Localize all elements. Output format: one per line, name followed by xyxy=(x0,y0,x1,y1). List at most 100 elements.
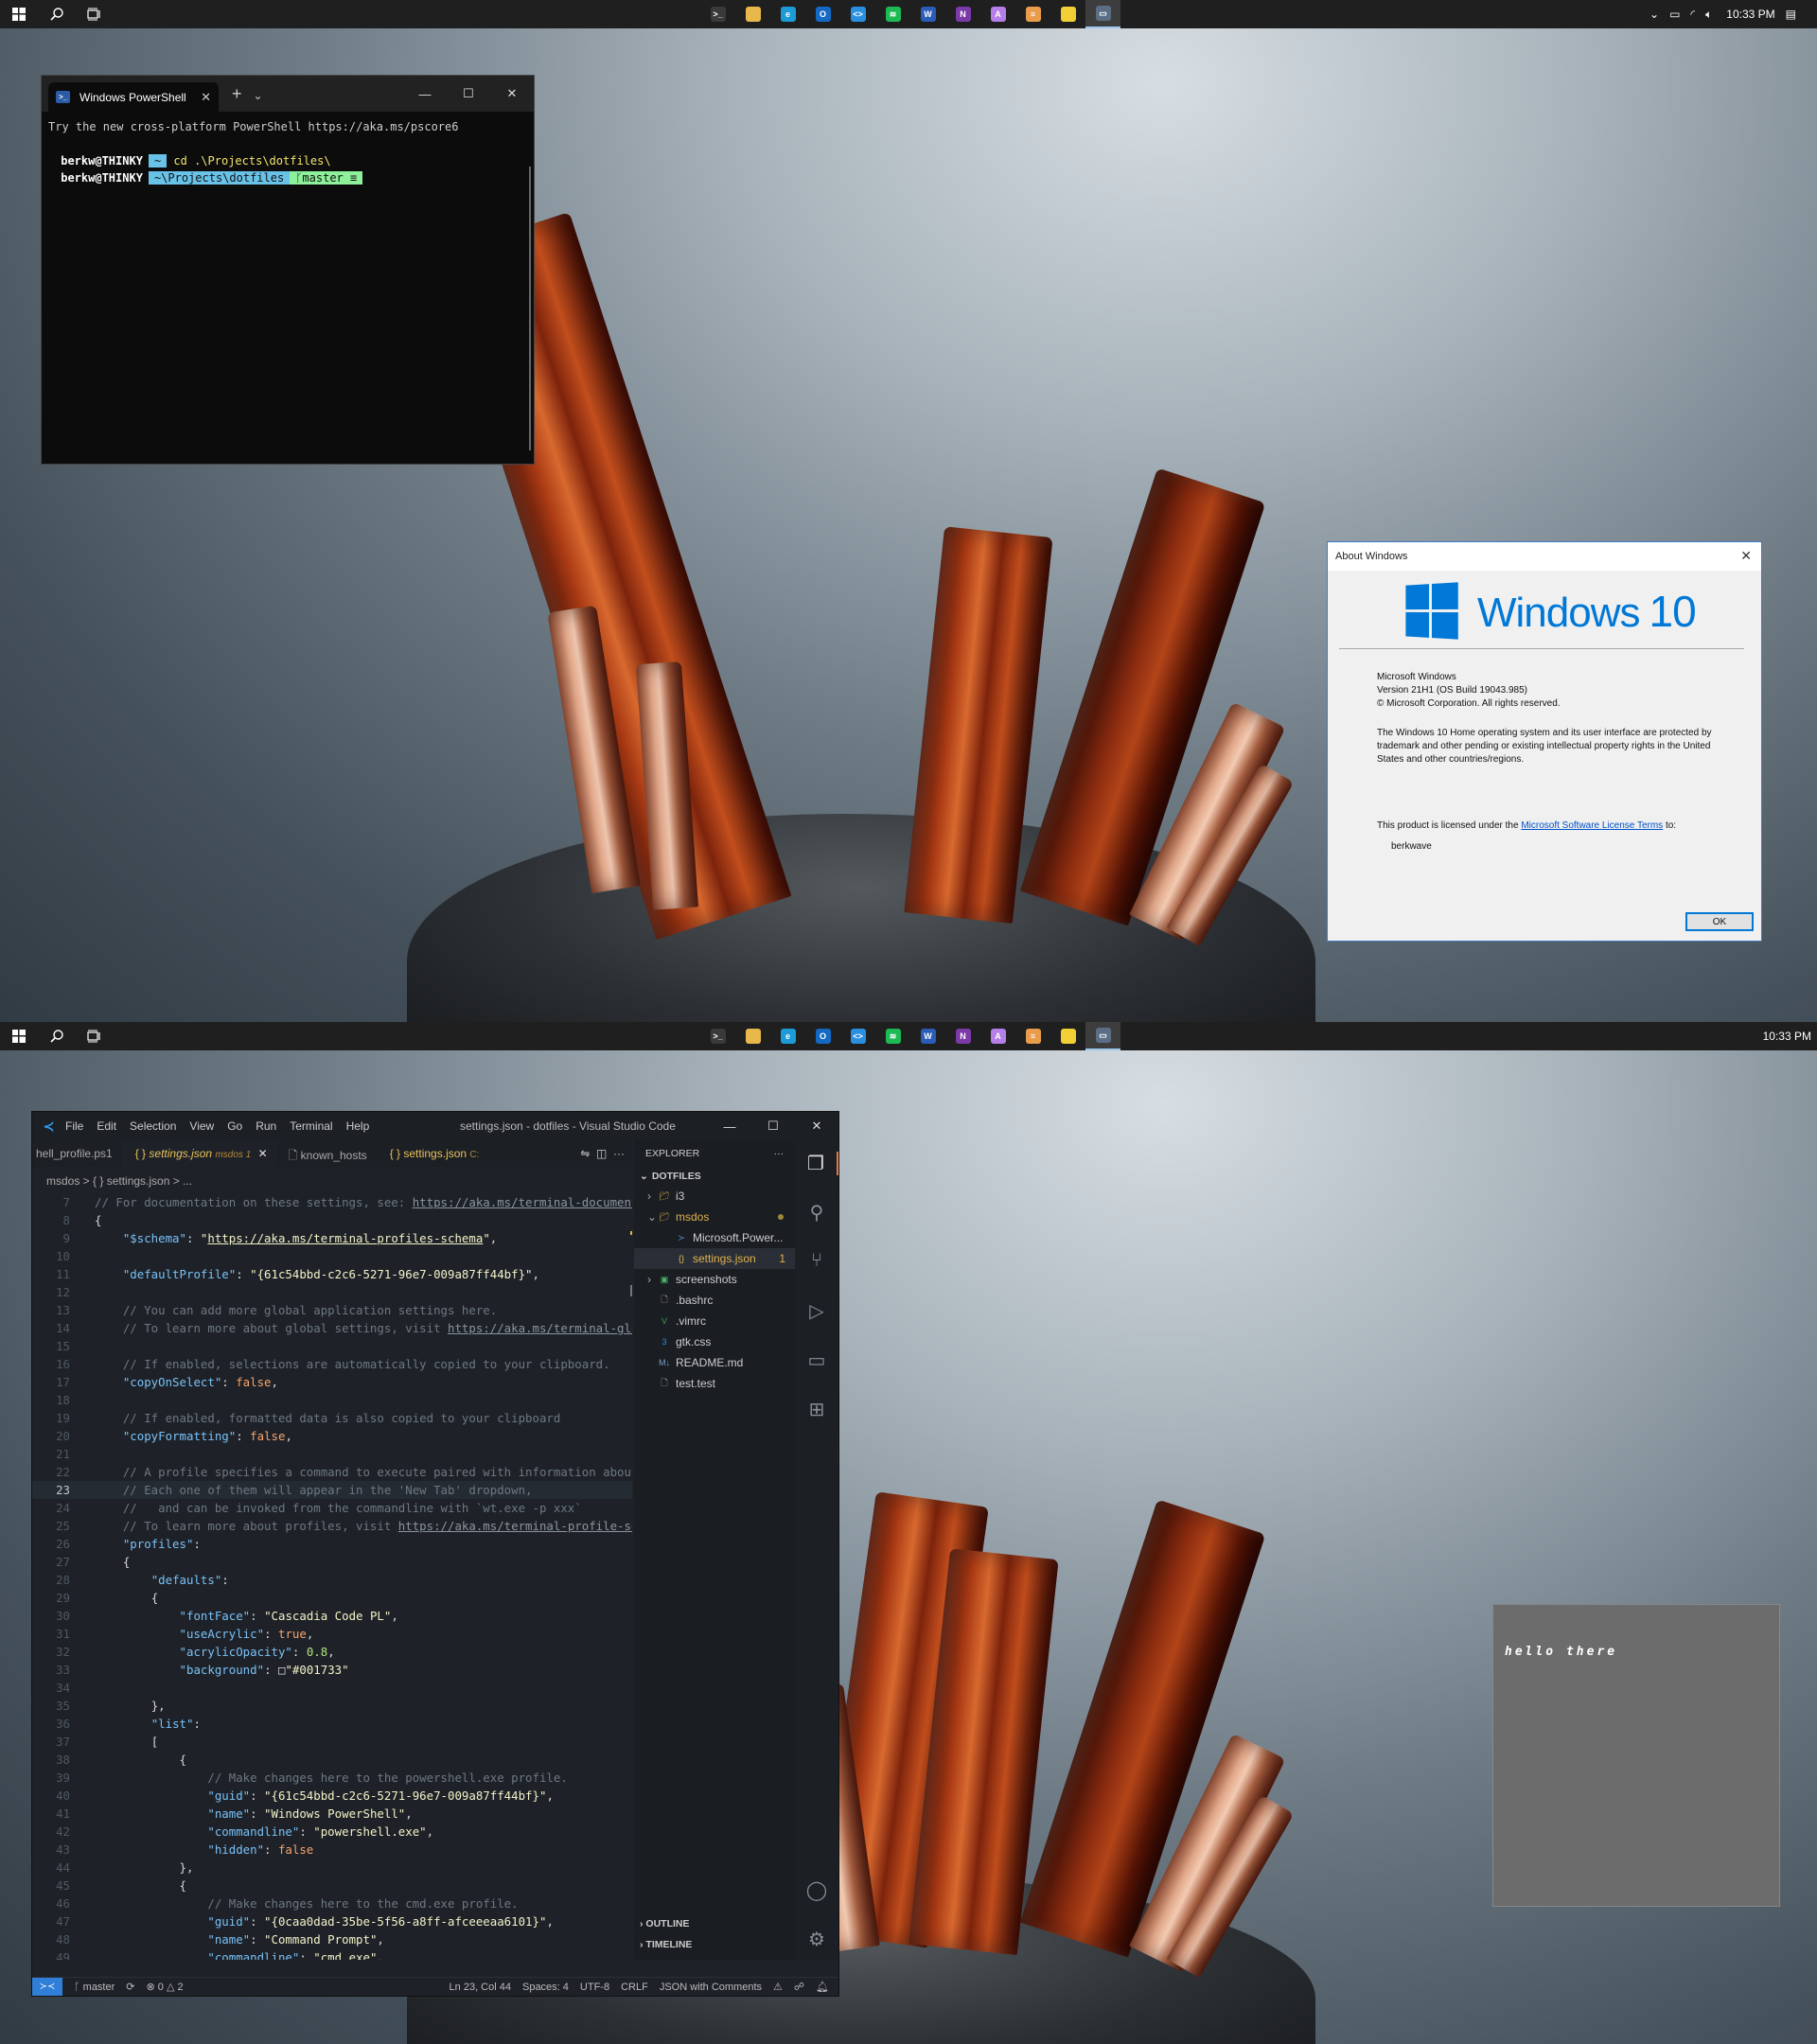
taskbar-app-onenote[interactable]: N xyxy=(945,1022,980,1050)
branch-status[interactable]: ᚴ master xyxy=(74,1982,115,1993)
explorer-icon[interactable]: ❐ xyxy=(795,1152,838,1175)
taskbar-app-spotify[interactable]: ≋ xyxy=(875,0,910,28)
menu-item-file[interactable]: File xyxy=(65,1119,83,1133)
taskbar-app-onenote[interactable]: N xyxy=(945,0,980,28)
terminal-scrollbar[interactable] xyxy=(529,167,531,450)
clock[interactable]: 10:33 PM xyxy=(1763,1030,1811,1043)
task-view-button[interactable] xyxy=(76,1022,114,1050)
menu-item-help[interactable]: Help xyxy=(346,1119,370,1133)
terminal-output[interactable]: Try the new cross-platform PowerShell ht… xyxy=(42,112,534,193)
remote-icon[interactable]: ≻≺ xyxy=(32,1978,62,1996)
problems-status[interactable]: ⊗ 0 △ 2 xyxy=(147,1981,184,1993)
tab-known-hosts[interactable]: 🗋︎ known_hosts xyxy=(277,1140,377,1167)
extensions-icon[interactable]: ⊞ xyxy=(795,1398,838,1421)
feedback-icon[interactable]: ☍ xyxy=(794,1981,804,1993)
close-button[interactable]: ✕ xyxy=(795,1112,838,1140)
taskbar-app-affinity[interactable]: A xyxy=(980,1022,1015,1050)
more-actions-icon[interactable]: ··· xyxy=(774,1148,785,1159)
tree-item[interactable]: › 📁︎ i3 xyxy=(634,1186,797,1207)
new-tab-icon[interactable]: + xyxy=(232,84,242,104)
taskbar-app-file-explorer[interactable] xyxy=(735,1022,770,1050)
sync-icon[interactable]: ⟳ xyxy=(126,1981,134,1993)
terminal-tab[interactable]: >_ Windows PowerShell ✕ xyxy=(48,82,219,112)
tab-settings-msdos[interactable]: { } settings.json msdos 1 ✕ xyxy=(121,1140,277,1167)
encoding[interactable]: UTF-8 xyxy=(580,1982,609,1993)
taskbar-app-paint[interactable]: ≡ xyxy=(1015,0,1050,28)
taskbar-app-about-windows[interactable]: ▭ xyxy=(1085,0,1120,28)
account-icon[interactable]: ◯ xyxy=(795,1878,838,1902)
close-button[interactable]: ✕ xyxy=(1740,548,1752,564)
tab-ps-profile[interactable]: hell_profile.ps1 xyxy=(32,1140,122,1167)
taskbar-app-edge[interactable]: e xyxy=(770,0,805,28)
ok-button[interactable]: OK xyxy=(1685,912,1754,931)
search-button[interactable] xyxy=(38,1022,76,1050)
breadcrumb[interactable]: msdos > { } settings.json > ... xyxy=(46,1174,192,1188)
taskbar-app-terminal[interactable]: >_ xyxy=(700,0,735,28)
sticky-note[interactable]: hello there xyxy=(1492,1604,1780,1907)
close-tab-icon[interactable]: ✕ xyxy=(258,1147,268,1160)
menu-item-selection[interactable]: Selection xyxy=(130,1119,176,1133)
sticky-note-text[interactable]: hello there xyxy=(1505,1645,1617,1659)
more-actions-icon[interactable]: ··· xyxy=(613,1147,625,1160)
taskbar-app-spotify[interactable]: ≋ xyxy=(875,1022,910,1050)
search-button[interactable] xyxy=(38,0,76,28)
tree-item[interactable]: ≻ Microsoft.Power... xyxy=(634,1227,797,1248)
tree-item[interactable]: ⌄ 📁︎ msdos xyxy=(634,1207,797,1227)
tray-chevron-icon[interactable]: ⌄ xyxy=(1649,8,1659,21)
tree-item[interactable]: › ▣ screenshots xyxy=(634,1269,797,1290)
task-view-button[interactable] xyxy=(76,0,114,28)
notifications-icon[interactable]: 🔔︎ xyxy=(816,1981,829,1993)
taskbar-app-word[interactable]: W xyxy=(910,0,945,28)
workspace-section[interactable]: ⌄ DOTFILES xyxy=(634,1167,797,1186)
minimize-button[interactable]: — xyxy=(708,1112,751,1140)
tree-item[interactable]: {} settings.json 1 xyxy=(634,1248,797,1269)
timeline-section[interactable]: › TIMELINE xyxy=(640,1939,692,1950)
close-button[interactable]: ✕ xyxy=(490,76,534,112)
taskbar-app-sticky-notes[interactable] xyxy=(1050,0,1085,28)
license-link[interactable]: Microsoft Software License Terms xyxy=(1521,820,1663,831)
tree-item[interactable]: 🗋︎ .bashrc xyxy=(634,1290,797,1311)
alert-icon[interactable]: ⚠ xyxy=(773,1981,783,1993)
start-button[interactable] xyxy=(0,1022,38,1050)
menu-item-run[interactable]: Run xyxy=(256,1119,276,1133)
remote-explorer-icon[interactable]: ▭ xyxy=(795,1348,838,1372)
taskbar-app-file-explorer[interactable] xyxy=(735,0,770,28)
taskbar-app-vscode[interactable]: <> xyxy=(840,0,875,28)
menu-item-terminal[interactable]: Terminal xyxy=(290,1119,332,1133)
compare-icon[interactable]: ⇋ xyxy=(580,1147,590,1160)
search-icon[interactable]: ⚲ xyxy=(795,1201,838,1225)
language-mode[interactable]: JSON with Comments xyxy=(660,1982,762,1993)
cursor-position[interactable]: Ln 23, Col 44 xyxy=(450,1982,511,1993)
line-ending[interactable]: CRLF xyxy=(621,1982,648,1993)
battery-icon[interactable]: ▭ xyxy=(1669,8,1680,21)
volume-icon[interactable]: 🔈︎ xyxy=(1705,8,1712,22)
maximize-button[interactable]: ☐ xyxy=(447,76,490,112)
wifi-icon[interactable]: ◜ xyxy=(1690,8,1695,21)
maximize-button[interactable]: ☐ xyxy=(751,1112,795,1140)
action-center-icon[interactable]: ▤ xyxy=(1786,8,1796,21)
taskbar-app-word[interactable]: W xyxy=(910,1022,945,1050)
taskbar-app-paint[interactable]: ≡ xyxy=(1015,1022,1050,1050)
indentation[interactable]: Spaces: 4 xyxy=(522,1982,569,1993)
tree-item[interactable]: 3 gtk.css xyxy=(634,1331,797,1352)
run-debug-icon[interactable]: ▷ xyxy=(795,1299,838,1323)
tree-item[interactable]: V .vimrc xyxy=(634,1311,797,1331)
source-control-icon[interactable]: ⑂ xyxy=(795,1250,838,1272)
clock[interactable]: 10:33 PM xyxy=(1726,8,1774,21)
menu-item-view[interactable]: View xyxy=(189,1119,214,1133)
close-tab-icon[interactable]: ✕ xyxy=(201,90,211,105)
minimize-button[interactable]: — xyxy=(403,76,447,112)
taskbar-app-outlook[interactable]: O xyxy=(805,0,840,28)
menu-item-edit[interactable]: Edit xyxy=(97,1119,116,1133)
taskbar-app-vscode[interactable]: <> xyxy=(840,1022,875,1050)
taskbar-app-edge[interactable]: e xyxy=(770,1022,805,1050)
tree-item[interactable]: 🗋︎ test.test xyxy=(634,1373,797,1394)
outline-section[interactable]: › OUTLINE xyxy=(640,1918,690,1929)
taskbar-app-outlook[interactable]: O xyxy=(805,1022,840,1050)
chevron-down-icon[interactable]: ⌄ xyxy=(254,89,263,102)
start-button[interactable] xyxy=(0,0,38,28)
tree-item[interactable]: M↓ README.md xyxy=(634,1352,797,1373)
split-editor-icon[interactable]: ◫ xyxy=(596,1147,607,1160)
taskbar-app-about-windows[interactable]: ▭ xyxy=(1085,1022,1120,1050)
menu-item-go[interactable]: Go xyxy=(227,1119,242,1133)
